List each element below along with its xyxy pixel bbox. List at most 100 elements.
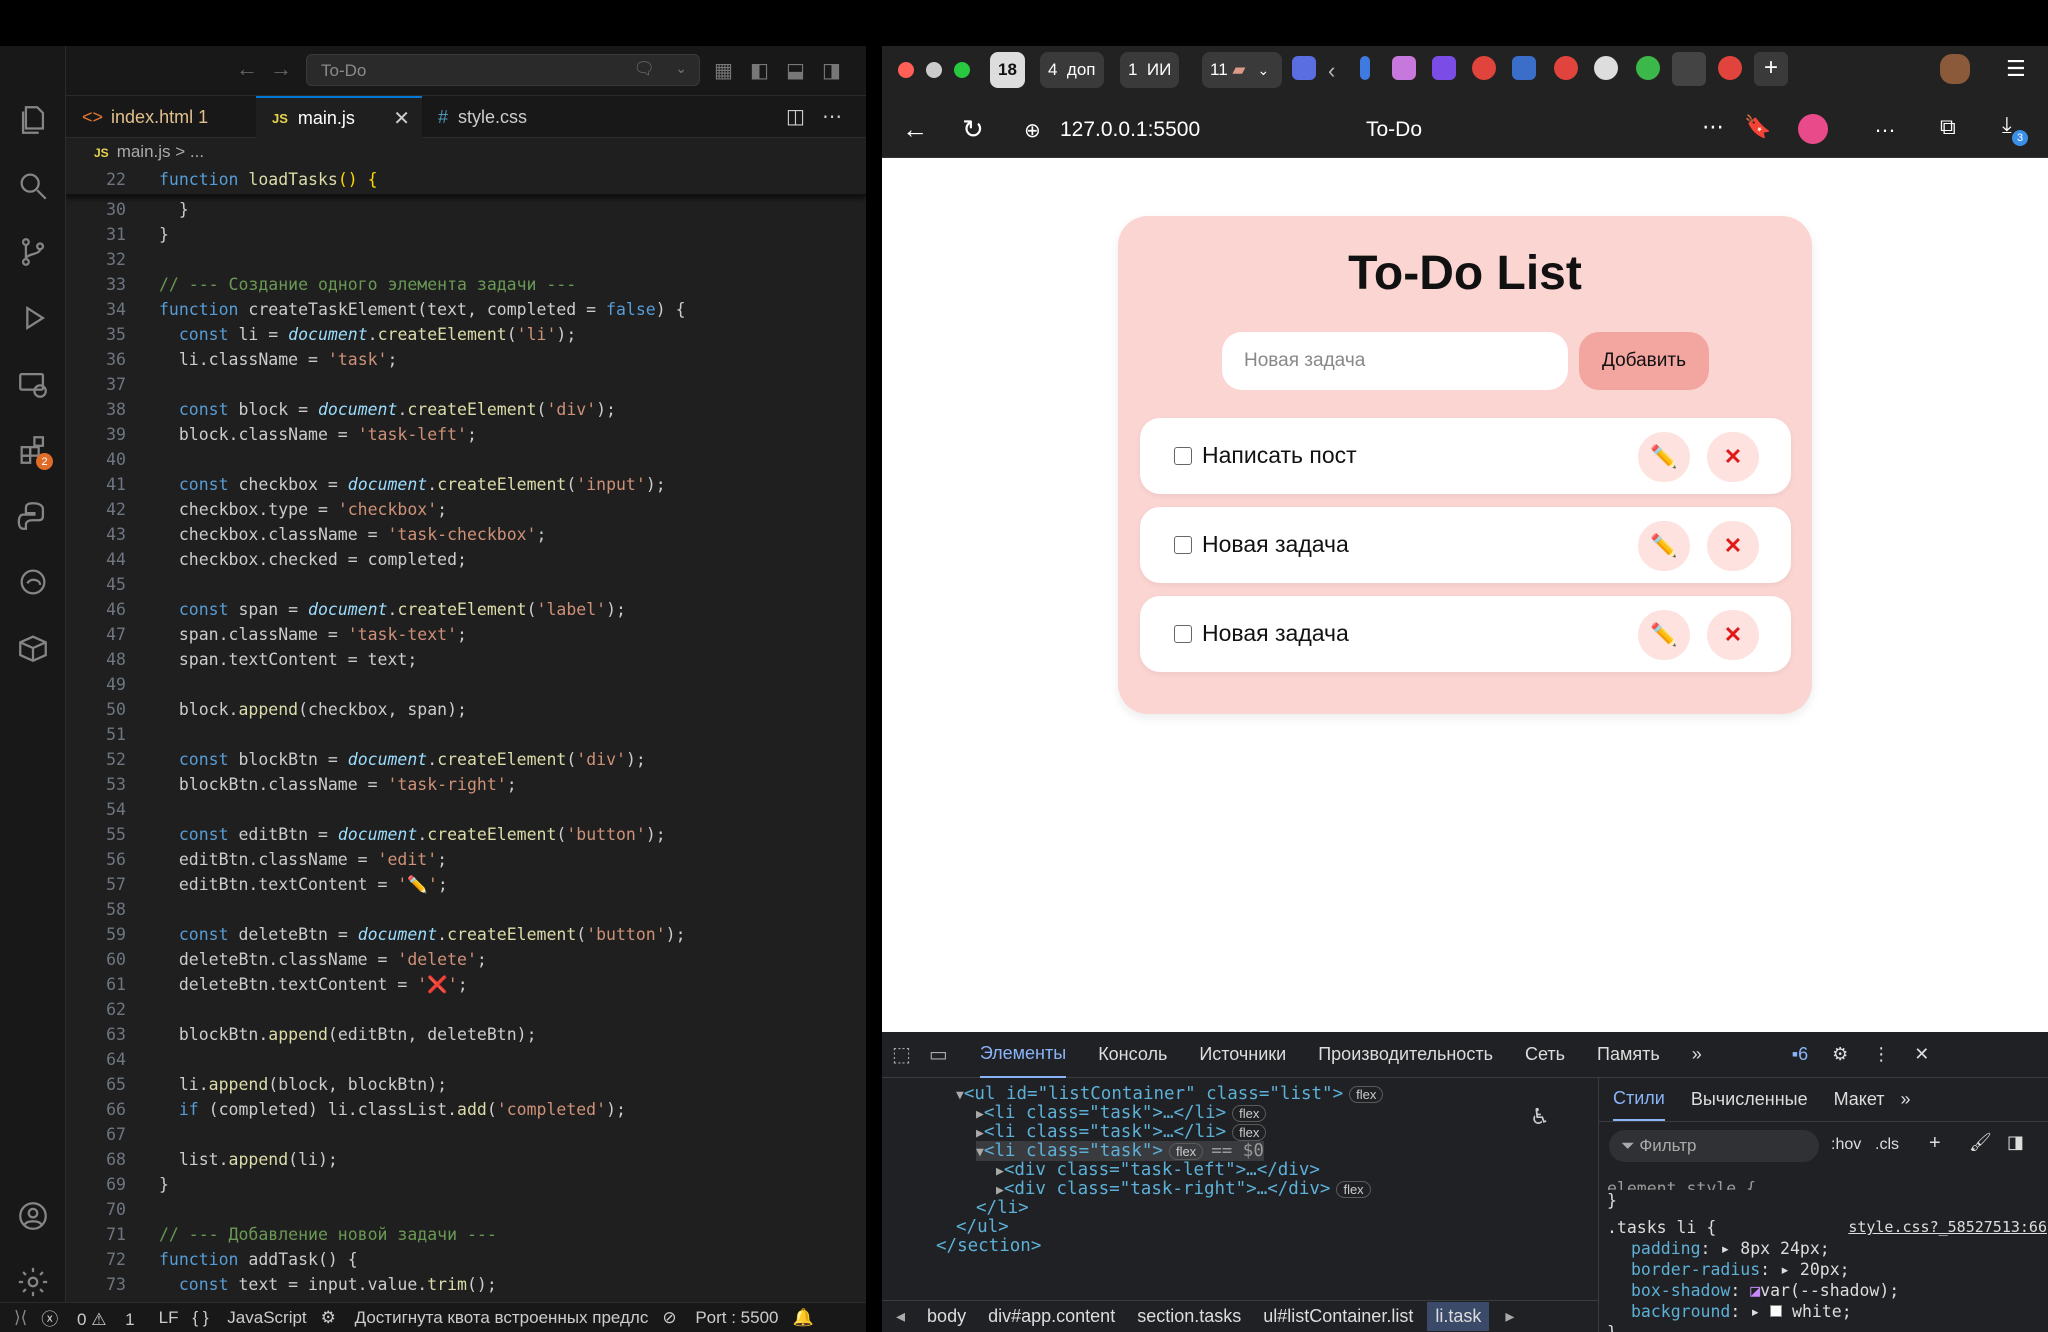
- back-arrow-icon[interactable]: ←: [902, 114, 928, 145]
- extension-icon[interactable]: [1292, 56, 1316, 80]
- task-checkbox[interactable]: [1174, 625, 1192, 643]
- settings-gear-icon[interactable]: [13, 1262, 53, 1302]
- yandex-icon[interactable]: [1472, 56, 1496, 80]
- flex-badge[interactable]: flex: [1336, 1181, 1371, 1198]
- css-prop[interactable]: background: ▸ white;: [1607, 1301, 2047, 1322]
- problems-indicator[interactable]: ⓧ 0 ⚠ 1: [41, 1305, 134, 1330]
- close-devtools-icon[interactable]: ✕: [1914, 1044, 1929, 1065]
- css-prop[interactable]: border-radius: ▸ 20px;: [1607, 1259, 2047, 1280]
- more-tabs-icon[interactable]: »: [1692, 1044, 1702, 1065]
- split-editor-icon[interactable]: ◫: [786, 104, 805, 129]
- code-editor[interactable]: 30 } 31} 32 33 // --- Создание одного элемен…: [66, 166, 866, 1302]
- alice-assistant-icon[interactable]: [1798, 114, 1828, 144]
- css-prop[interactable]: box-shadow: ◪var(--shadow);: [1607, 1280, 2047, 1301]
- extension-icon[interactable]: [1360, 56, 1370, 80]
- crumb-selected[interactable]: li.task: [1427, 1302, 1490, 1331]
- flex-badge[interactable]: flex: [1349, 1086, 1384, 1103]
- breadcrumb-text[interactable]: main.js > ...: [117, 142, 204, 161]
- more-tabs-icon[interactable]: »: [1901, 1089, 1911, 1110]
- extension-icon[interactable]: [1512, 56, 1536, 80]
- back-arrow-icon[interactable]: ←: [236, 56, 258, 82]
- dom-node[interactable]: </li>: [976, 1198, 1029, 1218]
- flex-badge[interactable]: flex: [1232, 1105, 1267, 1122]
- device-toolbar-icon[interactable]: ▭: [929, 1042, 948, 1067]
- yandex-icon[interactable]: [1554, 56, 1578, 80]
- cls-toggle[interactable]: .cls: [1875, 1136, 1899, 1154]
- reload-icon[interactable]: ↻: [962, 114, 984, 145]
- dom-node[interactable]: ▶<li class="task">…</li> flex: [976, 1103, 1267, 1123]
- python-icon[interactable]: [13, 496, 53, 536]
- extension-icon[interactable]: [1392, 56, 1416, 80]
- scroll-left-icon[interactable]: ◂: [896, 1306, 905, 1327]
- customize-layout-icon[interactable]: ▦: [714, 58, 733, 83]
- add-task-button[interactable]: Добавить: [1579, 332, 1709, 390]
- close-window-button[interactable]: [898, 62, 914, 78]
- tab-style-css[interactable]: # style.css: [422, 96, 543, 138]
- edit-task-button[interactable]: ✏️: [1638, 521, 1690, 571]
- source-control-icon[interactable]: [13, 232, 53, 272]
- live-server-port[interactable]: ⊘ Port : 5500: [662, 1308, 778, 1328]
- tab-group-11[interactable]: 11 ▰ ⌄: [1202, 52, 1282, 88]
- shadow-swatch-icon[interactable]: ◪: [1750, 1281, 1760, 1300]
- toggle-panel-icon[interactable]: ⬓: [786, 58, 805, 83]
- tab-console[interactable]: Консоль: [1098, 1044, 1167, 1065]
- edit-task-button[interactable]: ✏️: [1638, 610, 1690, 660]
- sticky-scroll[interactable]: 22 function loadTasks() {: [66, 166, 866, 196]
- package-icon[interactable]: [13, 628, 53, 668]
- flex-badge[interactable]: flex: [1168, 1143, 1204, 1160]
- tab-network[interactable]: Сеть: [1525, 1044, 1565, 1065]
- expand-toggle-icon[interactable]: ▶: [996, 1183, 1004, 1198]
- avatar[interactable]: [1940, 54, 1970, 84]
- yandex-icon[interactable]: [1718, 56, 1742, 80]
- messages-indicator[interactable]: ▪6: [1792, 1044, 1808, 1065]
- dom-node[interactable]: ▼<li class="task"> flex == $0: [976, 1141, 1264, 1161]
- more-options-icon[interactable]: ⋯: [1702, 114, 1724, 140]
- inspect-element-icon[interactable]: ⬚: [892, 1042, 911, 1067]
- more-actions-icon[interactable]: ⋯: [822, 104, 842, 129]
- command-center-search[interactable]: To-Do 🗨 ⌄: [306, 54, 700, 86]
- extension-icon[interactable]: [1636, 56, 1660, 80]
- tab-computed[interactable]: Вычисленные: [1691, 1089, 1808, 1110]
- search-icon[interactable]: [13, 166, 53, 206]
- tab-count-button[interactable]: 18: [990, 52, 1025, 88]
- forward-arrow-icon[interactable]: →: [270, 56, 292, 82]
- tab-layout[interactable]: Макет: [1834, 1089, 1885, 1110]
- css-prop[interactable]: padding: ▸ 8px 24px;: [1607, 1238, 2047, 1259]
- menu-icon[interactable]: ☰: [2006, 56, 2026, 82]
- delete-task-button[interactable]: ✕: [1707, 432, 1759, 482]
- tab-group-dop[interactable]: 4 доп: [1040, 52, 1104, 88]
- styles-filter-input[interactable]: ⏷ Фильтр: [1609, 1130, 1819, 1162]
- tab-group-ii[interactable]: 1 ИИ: [1120, 52, 1180, 88]
- account-icon[interactable]: [13, 1196, 53, 1236]
- crumb[interactable]: ul#listContainer.list: [1263, 1306, 1413, 1327]
- tab-performance[interactable]: Производительность: [1318, 1044, 1493, 1065]
- delete-task-button[interactable]: ✕: [1707, 610, 1759, 660]
- notifications-bell-icon[interactable]: 🔔: [793, 1308, 814, 1328]
- chevron-left-icon[interactable]: ‹: [1328, 58, 1335, 84]
- tab-sources[interactable]: Источники: [1199, 1044, 1286, 1065]
- task-checkbox[interactable]: [1174, 536, 1192, 554]
- language-mode[interactable]: { } JavaScript: [192, 1308, 306, 1328]
- extension-icon[interactable]: [1432, 56, 1456, 80]
- extensions-icon[interactable]: 2: [13, 430, 53, 470]
- color-swatch[interactable]: [1770, 1305, 1783, 1317]
- crumb[interactable]: div#app.content: [988, 1306, 1115, 1327]
- expand-toggle-icon[interactable]: ▼: [976, 1145, 984, 1160]
- dom-node[interactable]: ▶<div class="task-left">…</div>: [996, 1160, 1320, 1180]
- eol-indicator[interactable]: LF: [159, 1308, 179, 1328]
- chevron-down-icon[interactable]: ⌄: [675, 60, 687, 77]
- expand-toggle-icon[interactable]: ▼: [956, 1088, 964, 1103]
- new-rule-icon[interactable]: +: [1929, 1132, 1941, 1155]
- flex-badge[interactable]: flex: [1232, 1124, 1267, 1141]
- hov-toggle[interactable]: :hov: [1831, 1136, 1861, 1154]
- bookmark-icon[interactable]: 🔖: [1744, 114, 1771, 140]
- edit-task-button[interactable]: ✏️: [1638, 432, 1690, 482]
- url-field[interactable]: 127.0.0.1:5500: [1060, 118, 1200, 142]
- dom-node[interactable]: ▼<ul id="listContainer" class="list"> fle…: [956, 1084, 1384, 1104]
- toggle-secondary-sidebar-icon[interactable]: ◨: [822, 58, 841, 83]
- dom-tree[interactable]: ▼<ul id="listContainer" class="list"> fle…: [882, 1078, 1598, 1300]
- edge-icon[interactable]: [13, 562, 53, 602]
- extension-icon[interactable]: [1594, 56, 1618, 80]
- close-tab-icon[interactable]: ✕: [393, 106, 410, 131]
- rule-source-link[interactable]: style.css?_58527513:66: [1848, 1217, 2047, 1238]
